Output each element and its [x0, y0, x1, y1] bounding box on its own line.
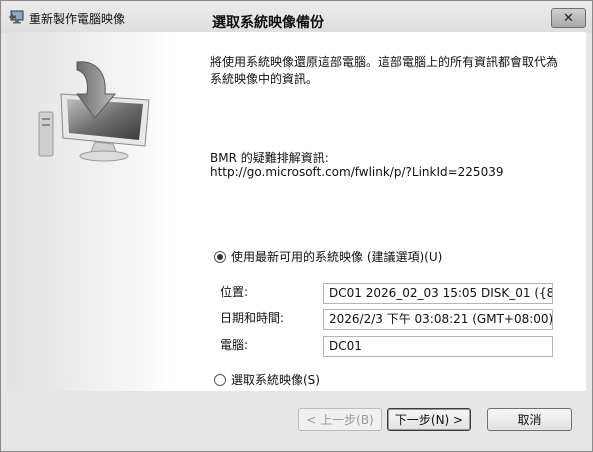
- location-label: 位置:: [220, 285, 249, 299]
- restore-app-icon: [9, 10, 24, 24]
- select-image-option[interactable]: 選取系統映像(S): [214, 371, 320, 388]
- wizard-side-panel: [7, 32, 174, 391]
- page-description: 將使用系統映像還原這部電腦。這部電腦上的所有資訊都會取代為系統映像中的資訊。: [210, 55, 559, 86]
- close-icon: ✕: [563, 10, 574, 26]
- wizard-button-bar: < 上一步(B) 下一步(N) > 取消: [1, 391, 592, 451]
- use-latest-image-option[interactable]: 使用最新可用的系統映像 (建議選項)(U): [214, 248, 442, 265]
- bmr-troubleshoot-link[interactable]: http://go.microsoft.com/fwlink/p/?LinkId…: [210, 165, 503, 179]
- select-image-radio[interactable]: [214, 373, 226, 386]
- bmr-troubleshoot-label: BMR 的疑難排解資訊:: [210, 151, 329, 165]
- use-latest-image-radio[interactable]: [214, 250, 226, 263]
- window-title: 重新製作電腦映像: [29, 12, 126, 26]
- location-field: DC01 2026_02_03 15:05 DISK_01 ({8A38C: [323, 283, 553, 304]
- datetime-field: 2026/2/3 下午 03:08:21 (GMT+08:00): [323, 309, 553, 330]
- restore-wizard-window: 重新製作電腦映像 ✕ 選取系統映像備份 將使用系統映像還原這部電腦。這部電腦上的…: [0, 0, 593, 452]
- cancel-button[interactable]: 取消: [487, 408, 572, 431]
- use-latest-image-label: 使用最新可用的系統映像 (建議選項)(U): [231, 250, 443, 264]
- datetime-label: 日期和時間:: [220, 311, 285, 325]
- back-button[interactable]: < 上一步(B): [298, 408, 382, 431]
- next-button[interactable]: 下一步(N) >: [387, 408, 471, 431]
- close-button[interactable]: ✕: [551, 8, 586, 28]
- page-heading: 選取系統映像備份: [212, 15, 324, 31]
- computer-field: DC01: [323, 336, 553, 357]
- select-image-label: 選取系統映像(S): [231, 373, 320, 387]
- computer-label: 電腦:: [220, 338, 249, 352]
- monitor-restore-icon: [38, 61, 150, 162]
